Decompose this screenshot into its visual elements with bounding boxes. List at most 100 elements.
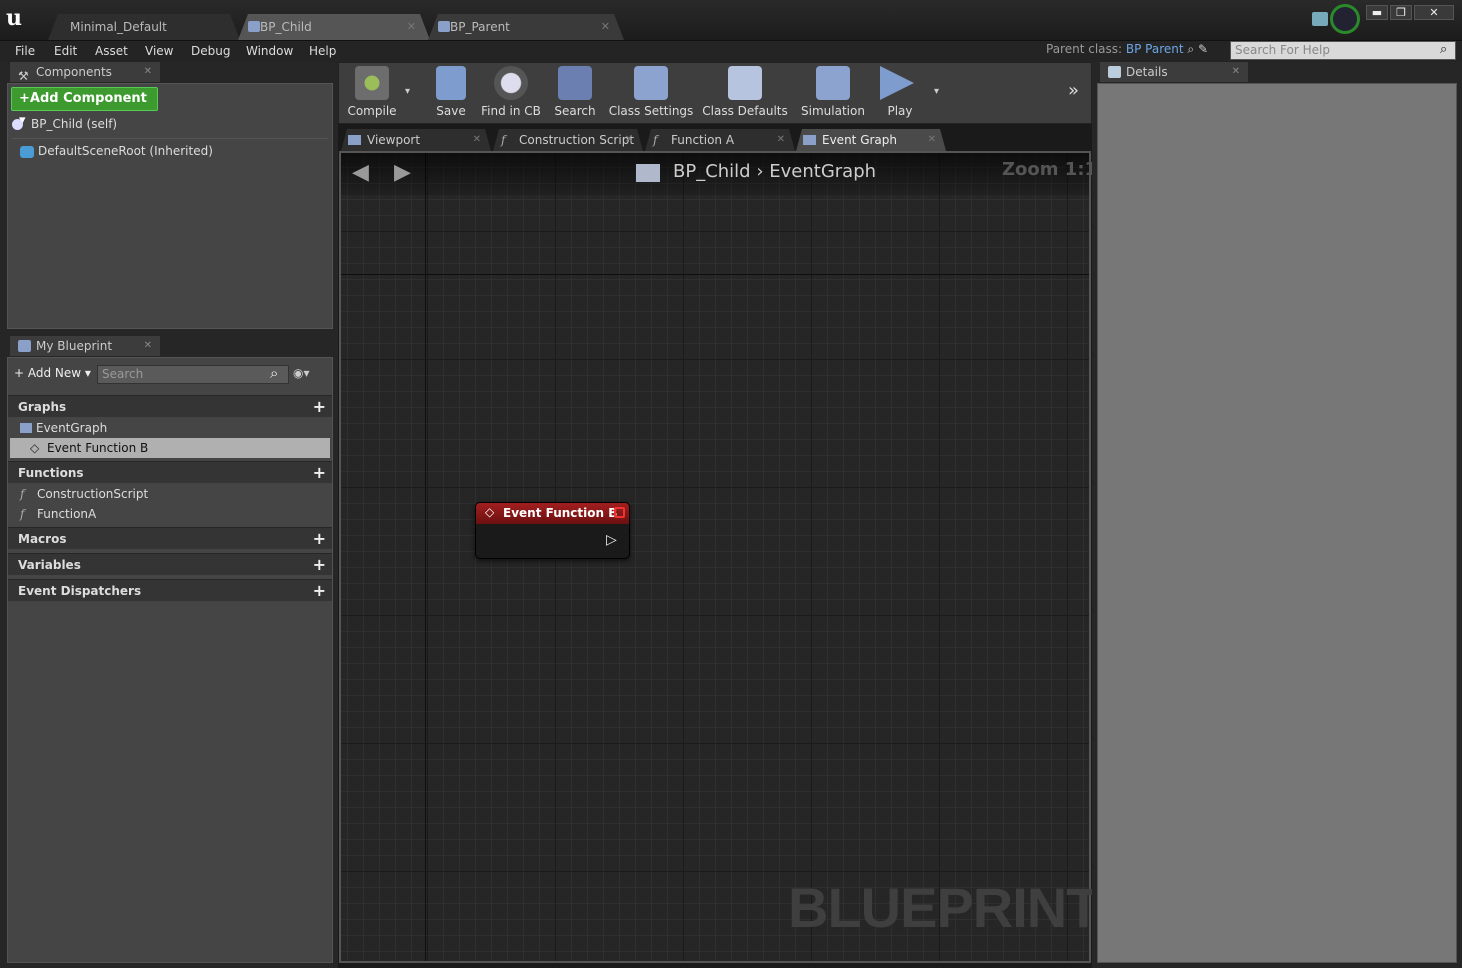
menu-view[interactable]: View xyxy=(145,42,173,60)
save-icon xyxy=(436,66,466,100)
menu-debug[interactable]: Debug xyxy=(191,42,230,60)
event-node-header[interactable]: Event Function B xyxy=(476,503,629,524)
tab-label: BP_Parent xyxy=(450,20,510,34)
graph-icon xyxy=(636,164,660,182)
close-icon[interactable]: ✕ xyxy=(144,336,152,356)
delegate-pin-icon[interactable] xyxy=(614,507,625,518)
section-functions[interactable]: Functions + xyxy=(8,461,332,483)
function-icon: f xyxy=(20,507,25,521)
component-item-scene-root[interactable]: DefaultSceneRoot (Inherited) xyxy=(20,141,320,161)
tab-function-a[interactable]: f Function A ✕ xyxy=(645,129,795,151)
add-icon[interactable]: + xyxy=(313,554,326,576)
add-icon[interactable]: + xyxy=(313,528,326,550)
divider xyxy=(12,138,328,139)
binoculars-icon xyxy=(558,66,592,100)
section-graphs[interactable]: Graphs + xyxy=(8,395,332,417)
close-icon[interactable]: ✕ xyxy=(601,14,610,40)
blueprint-icon xyxy=(18,340,31,352)
close-button[interactable]: ✕ xyxy=(1414,5,1454,20)
section-event-dispatchers[interactable]: Event Dispatchers + xyxy=(8,579,332,601)
add-icon[interactable]: + xyxy=(313,462,326,484)
tab-construction-script[interactable]: f Construction Script ✕ xyxy=(493,129,643,151)
components-tab[interactable]: ⚒ Components ✕ xyxy=(10,62,160,83)
menu-window[interactable]: Window xyxy=(246,42,293,60)
my-blueprint-tab[interactable]: My Blueprint ✕ xyxy=(10,336,160,356)
tab-label: Minimal_Default xyxy=(70,20,167,34)
add-icon[interactable]: + xyxy=(313,580,326,602)
function-item-functiona[interactable]: f FunctionA xyxy=(10,504,330,524)
menu-edit[interactable]: Edit xyxy=(54,42,77,60)
eye-icon[interactable]: ◉▾ xyxy=(293,366,310,380)
menu-help[interactable]: Help xyxy=(309,42,336,60)
help-search-input[interactable]: Search For Help xyxy=(1230,41,1456,60)
play-button[interactable]: Play xyxy=(874,64,926,122)
simulation-button[interactable]: Simulation xyxy=(800,64,866,122)
doc-tab-bp-parent[interactable]: BP_Parent ✕ xyxy=(428,14,624,40)
menu-file[interactable]: File xyxy=(15,42,35,60)
close-icon[interactable]: ✕ xyxy=(928,129,936,151)
graph-item-eventgraph[interactable]: EventGraph xyxy=(10,418,330,438)
component-item-self[interactable]: BP_Child (self) xyxy=(12,114,328,134)
close-icon[interactable]: ✕ xyxy=(407,14,416,40)
forward-arrow-icon[interactable]: ▶ xyxy=(394,160,411,185)
tab-label: BP_Child xyxy=(260,20,312,34)
details-tab[interactable]: Details ✕ xyxy=(1100,62,1248,82)
tutorial-icon[interactable] xyxy=(1330,4,1360,34)
add-component-button[interactable]: +Add Component ▾ xyxy=(11,87,158,128)
search-icon: ⌕ xyxy=(1440,42,1448,57)
chat-icon[interactable] xyxy=(1312,12,1328,26)
play-options-arrow[interactable]: ▾ xyxy=(934,86,939,97)
find-in-cb-button[interactable]: Find in CB xyxy=(478,64,544,122)
section-variables[interactable]: Variables + xyxy=(8,553,332,575)
close-icon[interactable]: ✕ xyxy=(625,129,633,151)
expand-toolbar-icon[interactable]: » xyxy=(1068,80,1079,101)
add-icon[interactable]: + xyxy=(313,396,326,418)
viewport-icon xyxy=(348,135,361,145)
graph-item-event-function-b[interactable]: ◇ Event Function B xyxy=(10,438,330,458)
close-icon[interactable]: ✕ xyxy=(144,62,152,82)
function-icon: f xyxy=(20,487,25,501)
blueprint-icon xyxy=(438,21,450,32)
blueprint-icon xyxy=(248,21,260,32)
minimize-button[interactable]: ▬ xyxy=(1366,5,1388,20)
blueprint-watermark: BLUEPRINT xyxy=(788,876,1100,939)
parent-class-link[interactable]: BP Parent xyxy=(1126,42,1184,56)
search-icon[interactable]: ⌕ xyxy=(1187,42,1194,56)
breadcrumb-bp-child[interactable]: BP_Child xyxy=(673,161,751,182)
function-item-constructionscript[interactable]: f ConstructionScript xyxy=(10,484,330,504)
blueprint-search-input[interactable]: Search xyxy=(97,365,289,384)
class-settings-button[interactable]: Class Settings xyxy=(608,64,694,122)
function-icon: f xyxy=(501,133,506,147)
close-icon[interactable]: ✕ xyxy=(777,129,785,151)
tab-event-graph[interactable]: Event Graph ✕ xyxy=(796,129,946,151)
compile-icon xyxy=(355,66,389,100)
doc-tab-minimal-default[interactable]: Minimal_Default xyxy=(48,14,240,40)
compile-options-arrow[interactable]: ▾ xyxy=(405,86,410,97)
graph-icon xyxy=(20,423,32,433)
back-arrow-icon[interactable]: ◀ xyxy=(352,160,369,185)
wrench-icon[interactable]: ✎ xyxy=(1198,42,1208,56)
compile-button[interactable]: Compile xyxy=(342,64,402,122)
exec-pin-icon[interactable]: ▷ xyxy=(606,532,617,548)
add-new-button[interactable]: + Add New ▾ xyxy=(14,366,91,380)
event-icon: ◇ xyxy=(485,505,495,519)
class-defaults-button[interactable]: Class Defaults xyxy=(702,64,788,122)
save-button[interactable]: Save xyxy=(428,64,474,122)
section-macros[interactable]: Macros + xyxy=(8,527,332,549)
doc-tab-bp-child[interactable]: BP_Child ✕ xyxy=(238,14,430,40)
function-icon: f xyxy=(653,133,658,147)
menu-asset[interactable]: Asset xyxy=(95,42,128,60)
simulation-icon xyxy=(816,66,850,100)
details-icon xyxy=(1108,66,1121,78)
event-icon: ◇ xyxy=(30,441,40,455)
search-button[interactable]: Search xyxy=(550,64,600,122)
graph-canvas[interactable] xyxy=(339,151,1091,963)
breadcrumb-eventgraph[interactable]: EventGraph xyxy=(769,161,876,182)
close-icon[interactable]: ✕ xyxy=(1232,62,1240,82)
maximize-button[interactable]: ❐ xyxy=(1390,5,1412,20)
sphere-icon xyxy=(12,119,23,130)
close-icon[interactable]: ✕ xyxy=(473,129,481,151)
tab-viewport[interactable]: Viewport ✕ xyxy=(341,129,491,151)
zoom-label: Zoom 1:1 xyxy=(1002,159,1098,180)
scene-component-icon xyxy=(20,145,34,158)
